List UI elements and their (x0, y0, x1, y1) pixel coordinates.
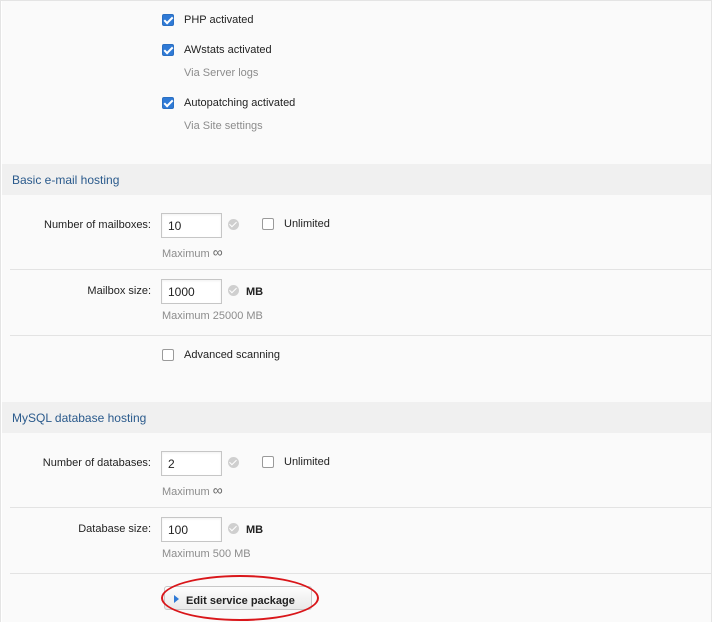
email-section-header: Basic e-mail hosting (2, 164, 711, 195)
php-checkbox[interactable] (162, 14, 174, 26)
autopatching-hint: Via Site settings (184, 120, 263, 132)
awstats-hint: Via Server logs (184, 67, 259, 79)
advanced-scanning-checkbox[interactable] (162, 349, 174, 361)
valid-check-icon (228, 457, 239, 468)
databases-unlimited-label: Unlimited (284, 456, 330, 468)
autopatching-label: Autopatching activated (184, 97, 296, 109)
mailbox-size-unit: MB (246, 286, 264, 298)
databases-input[interactable] (161, 451, 222, 476)
mailboxes-unlimited-checkbox[interactable] (262, 218, 274, 230)
advanced-scanning-label: Advanced scanning (184, 349, 281, 361)
infinity-icon: ∞ (212, 482, 223, 498)
mailboxes-label: Number of mailboxes: (44, 219, 151, 231)
divider (10, 335, 711, 336)
divider (10, 269, 711, 270)
divider (10, 507, 711, 508)
mailbox-size-label: Mailbox size: (87, 285, 151, 297)
highlight-ellipse (161, 575, 319, 621)
databases-label: Number of databases: (42, 457, 151, 469)
databases-hint: Maximum ∞ (162, 482, 223, 498)
mailbox-size-hint: Maximum 25000 MB (162, 310, 263, 322)
mailboxes-input[interactable] (161, 213, 222, 238)
website-options-section (2, 1, 711, 164)
autopatching-checkbox[interactable] (162, 97, 174, 109)
service-package-page: PHP activated AWstats activated Via Serv… (0, 0, 712, 622)
infinity-icon: ∞ (212, 244, 223, 260)
mailboxes-unlimited-label: Unlimited (284, 218, 330, 230)
databases-unlimited-checkbox[interactable] (262, 456, 274, 468)
php-label: PHP activated (184, 14, 254, 26)
mailboxes-hint: Maximum ∞ (162, 244, 223, 260)
awstats-label: AWstats activated (184, 44, 272, 56)
awstats-checkbox[interactable] (162, 44, 174, 56)
database-size-label: Database size: (78, 523, 151, 535)
mysql-section-header: MySQL database hosting (2, 402, 711, 433)
valid-check-icon (228, 219, 239, 230)
mailbox-size-input[interactable] (161, 279, 222, 304)
divider (10, 573, 711, 574)
database-size-unit: MB (246, 524, 264, 536)
database-size-hint: Maximum 500 MB (162, 548, 251, 560)
valid-check-icon (228, 523, 239, 534)
database-size-input[interactable] (161, 517, 222, 542)
valid-check-icon (228, 285, 239, 296)
